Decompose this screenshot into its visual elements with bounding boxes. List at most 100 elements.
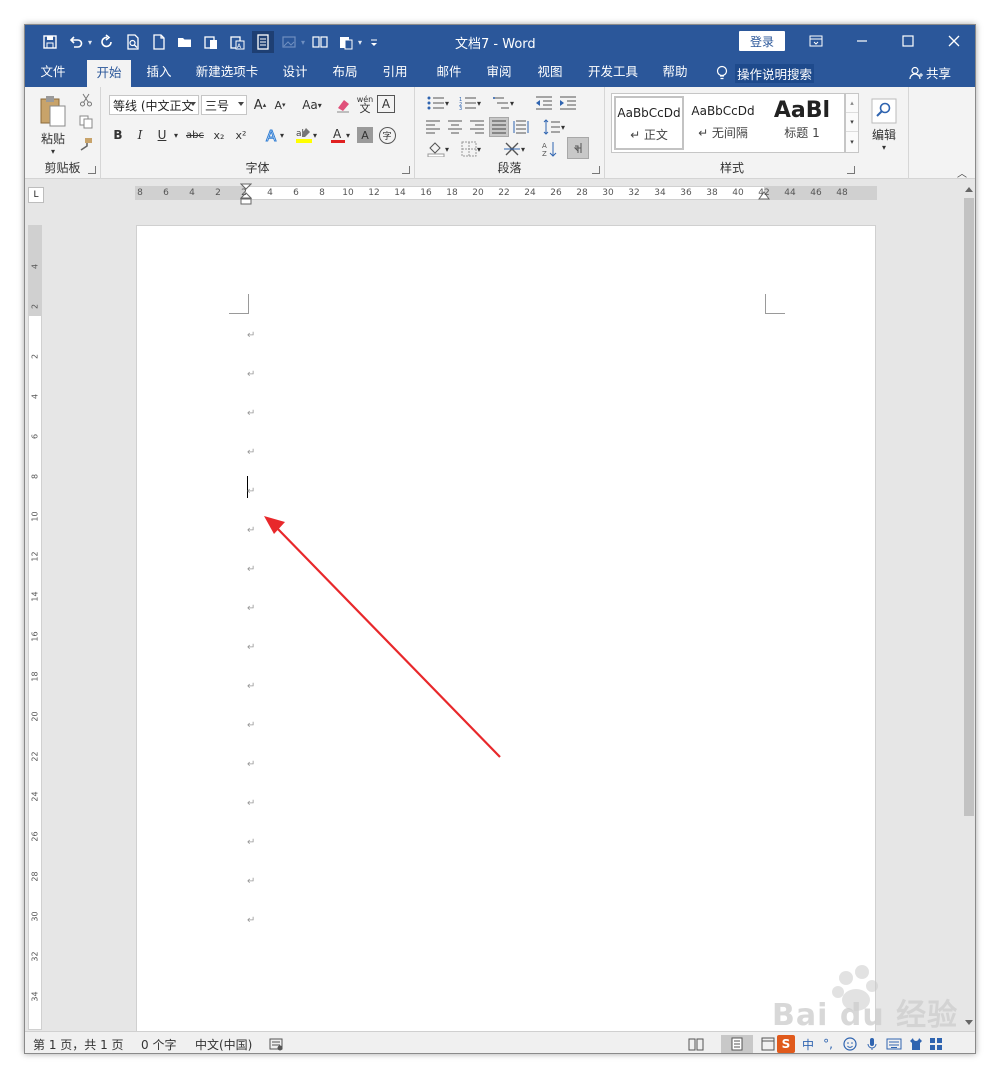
ime-logo-icon[interactable]: S	[777, 1035, 795, 1053]
tab-layout[interactable]: 布局	[327, 57, 363, 87]
paste-special-button[interactable]: A	[226, 31, 248, 53]
font-size-dropdown-icon[interactable]	[238, 102, 244, 106]
align-left-button[interactable]	[423, 117, 443, 137]
cut-button[interactable]	[77, 91, 95, 109]
copy-button[interactable]	[77, 113, 95, 131]
italic-button[interactable]: I	[131, 125, 149, 145]
style-no-spacing[interactable]: AaBbCcDd ↵ 无间隔	[688, 96, 758, 150]
paste-options-button[interactable]	[335, 31, 357, 53]
web-layout-view-button[interactable]	[759, 1035, 777, 1053]
columns-button[interactable]	[309, 31, 331, 53]
ribbon-display-options-button[interactable]	[793, 25, 839, 57]
open-button[interactable]	[174, 31, 196, 53]
align-right-button[interactable]	[467, 117, 487, 137]
show-formatting-marks-button[interactable]	[567, 137, 589, 159]
share-button[interactable]: 共享	[909, 63, 951, 82]
font-size-combo[interactable]: 三号	[201, 95, 247, 115]
editing-dropdown-icon[interactable]: ▾	[882, 143, 886, 152]
format-painter-button[interactable]	[77, 135, 95, 153]
numbering-button[interactable]: 1 2 3 ▾	[455, 93, 485, 113]
clipboard-launcher-icon[interactable]	[88, 166, 96, 174]
tab-developer[interactable]: 开发工具	[581, 57, 645, 87]
bold-button[interactable]: B	[109, 125, 127, 145]
line-spacing-button[interactable]: ▾	[539, 117, 569, 137]
enclose-characters-button[interactable]: 字	[377, 125, 397, 145]
style-heading-1[interactable]: AaBl 标题 1	[762, 96, 842, 150]
decrease-indent-button[interactable]	[533, 93, 555, 113]
read-mode-button[interactable]	[252, 31, 275, 53]
chinese-layout-button[interactable]: ▾	[497, 139, 531, 159]
login-button[interactable]: 登录	[739, 31, 785, 51]
paste-dropdown-icon[interactable]: ▾	[51, 147, 55, 156]
page-count[interactable]: 第 1 页，共 1 页	[33, 1036, 124, 1053]
underline-dropdown-icon[interactable]: ▾	[171, 125, 181, 145]
maximize-button[interactable]	[885, 25, 931, 57]
font-launcher-icon[interactable]	[402, 166, 410, 174]
scroll-thumb[interactable]	[964, 198, 974, 816]
scroll-down-icon[interactable]	[965, 1020, 973, 1025]
phonetic-guide-button[interactable]: wén 文	[355, 93, 375, 115]
tab-new-tab[interactable]: 新建选项卡	[191, 57, 263, 87]
paste-button[interactable]: 粘贴 ▾	[33, 93, 73, 157]
collapse-ribbon-icon[interactable]: ︿	[957, 165, 967, 180]
sort-button[interactable]: AZ	[539, 139, 561, 159]
increase-indent-button[interactable]	[557, 93, 579, 113]
tab-review[interactable]: 审阅	[479, 57, 519, 87]
multilevel-list-button[interactable]: ▾	[487, 93, 519, 113]
horizontal-ruler[interactable]: 8 6 4 2 2 4 6 8 10 12 14 16 18 20 22 24 26 28 30 32 34 36 38 40…	[135, 183, 877, 205]
new-document-button[interactable]	[148, 31, 170, 53]
change-case-button[interactable]: Aa ▾	[297, 95, 327, 115]
shrink-font-button[interactable]: A ▾	[271, 95, 289, 115]
subscript-button[interactable]: x₂	[209, 125, 229, 145]
document-page[interactable]: ↵ ↵ ↵ ↵ ↵ ↵ ↵ ↵ ↵ ↵ ↵ ↵ ↵ ↵ ↵ ↵	[136, 225, 876, 1035]
strikethrough-button[interactable]: abc	[183, 125, 207, 145]
scroll-up-icon[interactable]	[965, 187, 973, 192]
print-layout-view-button[interactable]	[721, 1035, 753, 1053]
undo-button[interactable]	[65, 31, 87, 53]
redo-button[interactable]	[96, 31, 118, 53]
minimize-button[interactable]	[839, 25, 885, 57]
text-effects-button[interactable]: A ▾	[261, 125, 287, 145]
styles-launcher-icon[interactable]	[847, 166, 855, 174]
close-button[interactable]	[931, 25, 975, 57]
font-name-combo[interactable]: 等线 (中文正文	[109, 95, 199, 115]
tab-insert[interactable]: 插入	[139, 57, 179, 87]
ime-chinese-icon[interactable]: 中	[799, 1035, 817, 1053]
ime-toolbox-icon[interactable]	[927, 1035, 945, 1053]
read-mode-view-button[interactable]	[687, 1035, 705, 1053]
ime-emoji-icon[interactable]	[841, 1035, 859, 1053]
tab-view[interactable]: 视图	[530, 57, 570, 87]
save-button[interactable]	[39, 31, 61, 53]
macro-recording-button[interactable]	[267, 1035, 285, 1053]
tab-design[interactable]: 设计	[277, 57, 313, 87]
tab-file[interactable]: 文件	[31, 57, 75, 87]
tab-mailings[interactable]: 邮件	[429, 57, 469, 87]
character-border-button[interactable]: A	[377, 95, 395, 113]
gallery-down-icon[interactable]: ▾	[846, 112, 858, 131]
borders-button[interactable]: ▾	[455, 139, 487, 159]
character-shading-button[interactable]: A	[357, 127, 373, 143]
ime-skin-icon[interactable]	[907, 1035, 925, 1053]
tab-home[interactable]: 开始	[87, 60, 131, 87]
tab-selector[interactable]: L	[28, 187, 44, 203]
justify-button[interactable]	[489, 117, 509, 137]
tab-references[interactable]: 引用	[377, 57, 413, 87]
ime-keyboard-icon[interactable]	[885, 1035, 903, 1053]
grow-font-button[interactable]: A ▴	[251, 95, 269, 115]
distributed-button[interactable]	[511, 117, 531, 137]
underline-button[interactable]: U	[153, 125, 171, 145]
superscript-button[interactable]: x²	[231, 125, 251, 145]
align-center-button[interactable]	[445, 117, 465, 137]
word-count[interactable]: 0 个字	[141, 1036, 176, 1053]
vertical-scrollbar[interactable]	[961, 182, 975, 1030]
tell-me-search[interactable]: 操作说明搜索	[715, 63, 815, 83]
font-name-dropdown-icon[interactable]	[190, 102, 196, 106]
customize-qat-button[interactable]	[366, 31, 382, 53]
language-indicator[interactable]: 中文(中国)	[195, 1036, 252, 1053]
paste-qat-button[interactable]	[200, 31, 222, 53]
editing-button[interactable]: 编辑 ▾	[867, 93, 901, 157]
shading-button[interactable]: ▾	[423, 139, 453, 159]
highlight-button[interactable]: ab ▾	[291, 125, 321, 145]
style-normal[interactable]: AaBbCcDd ↵ 正文	[614, 96, 684, 150]
print-preview-button[interactable]	[122, 31, 144, 53]
